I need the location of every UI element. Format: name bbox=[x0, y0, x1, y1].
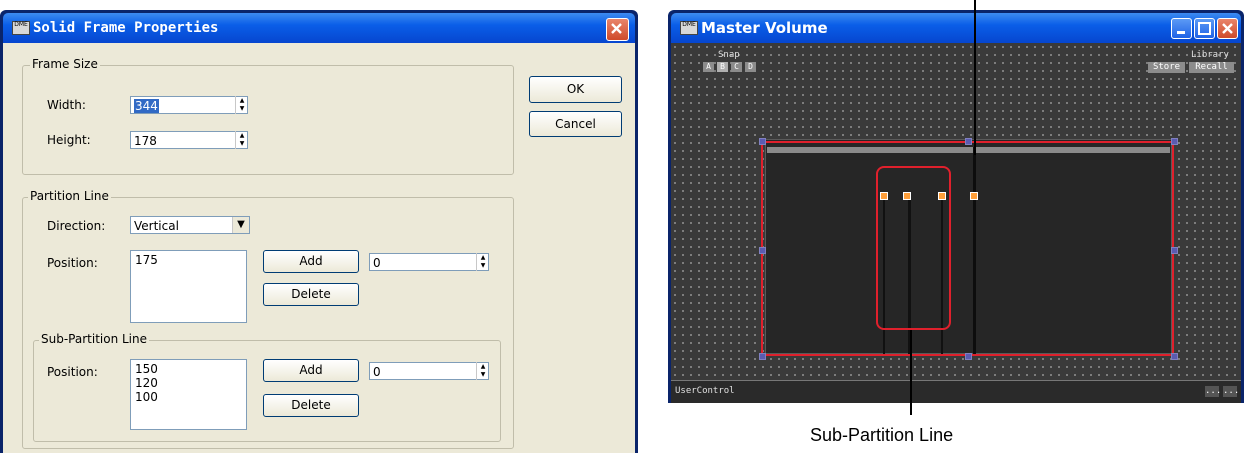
direction-select[interactable]: Vertical ▼ bbox=[130, 216, 250, 234]
partition-delete-button[interactable]: Delete bbox=[263, 283, 359, 306]
partition-handle[interactable] bbox=[970, 192, 978, 200]
sub-partition-spin-value: 0 bbox=[373, 365, 381, 379]
partition-handle[interactable] bbox=[880, 192, 888, 200]
minimize-icon bbox=[1177, 31, 1185, 34]
spin-up-icon[interactable]: ▲ bbox=[237, 132, 247, 140]
solid-frame-properties-dialog: DME Solid Frame Properties Frame Size Wi… bbox=[0, 10, 638, 453]
spin-up-icon[interactable]: ▲ bbox=[478, 363, 488, 371]
sub-partition-line-group bbox=[33, 340, 501, 442]
dialog-body: Frame Size Width: 344 ▲ ▼ Height: 178 ▲ … bbox=[3, 43, 635, 453]
master-volume-window: DME Master Volume Snap A B C D Library S… bbox=[668, 10, 1244, 403]
dme-app-icon: DME bbox=[680, 21, 698, 35]
list-item[interactable]: 120 bbox=[135, 376, 242, 390]
height-field[interactable]: 178 ▲ ▼ bbox=[130, 131, 248, 149]
library-label: Library bbox=[1191, 50, 1229, 60]
ok-button[interactable]: OK bbox=[529, 76, 622, 103]
resize-handle[interactable] bbox=[759, 353, 766, 360]
snap-d-button[interactable]: D bbox=[745, 62, 756, 72]
sub-partition-callout-line bbox=[910, 330, 912, 415]
maximize-button[interactable] bbox=[1194, 18, 1215, 39]
partition-position-label: Position: bbox=[47, 256, 98, 270]
partition-line-legend: Partition Line bbox=[28, 189, 111, 203]
list-item[interactable]: 175 bbox=[135, 253, 242, 267]
chevron-down-icon[interactable]: ▼ bbox=[232, 217, 249, 233]
resize-handle[interactable] bbox=[759, 247, 766, 254]
sub-partition-delete-button[interactable]: Delete bbox=[263, 394, 359, 417]
sub-partition-highlight bbox=[876, 166, 951, 330]
dialog-title-bar[interactable]: DME Solid Frame Properties bbox=[3, 13, 635, 43]
partition-add-button[interactable]: Add bbox=[263, 250, 359, 273]
list-item[interactable]: 100 bbox=[135, 390, 242, 404]
snap-b-button[interactable]: B bbox=[717, 62, 728, 72]
direction-value: Vertical bbox=[134, 219, 179, 233]
spin-down-icon[interactable]: ▼ bbox=[237, 105, 247, 113]
minimize-button[interactable] bbox=[1171, 18, 1192, 39]
status-bar: UserControl ... ... bbox=[671, 380, 1241, 403]
resize-handle[interactable] bbox=[1171, 353, 1178, 360]
master-volume-title: Master Volume bbox=[701, 19, 828, 37]
height-spinner[interactable]: ▲ ▼ bbox=[235, 131, 247, 149]
partition-spin-field[interactable]: 0 ▲ ▼ bbox=[369, 253, 489, 271]
maximize-icon bbox=[1198, 22, 1211, 35]
resize-handle[interactable] bbox=[965, 138, 972, 145]
snap-label: Snap bbox=[718, 50, 740, 60]
resize-handle[interactable] bbox=[1171, 247, 1178, 254]
width-value: 344 bbox=[134, 99, 159, 113]
spin-up-icon[interactable]: ▲ bbox=[478, 254, 488, 262]
resize-handle[interactable] bbox=[759, 138, 766, 145]
partition-handle[interactable] bbox=[903, 192, 911, 200]
height-label: Height: bbox=[47, 133, 91, 147]
partition-position-list[interactable]: 175 bbox=[130, 250, 247, 323]
sub-partition-position-label: Position: bbox=[47, 365, 98, 379]
sub-partition-add-button[interactable]: Add bbox=[263, 359, 359, 382]
width-field[interactable]: 344 ▲ ▼ bbox=[130, 96, 248, 114]
close-button[interactable] bbox=[1217, 18, 1238, 39]
list-item[interactable]: 150 bbox=[135, 362, 242, 376]
resize-handle[interactable] bbox=[965, 353, 972, 360]
frame-size-legend: Frame Size bbox=[30, 57, 100, 71]
sub-partition-spinner[interactable]: ▲ ▼ bbox=[476, 362, 488, 380]
partition-callout-line bbox=[974, 0, 976, 155]
spin-up-icon[interactable]: ▲ bbox=[237, 97, 247, 105]
sub-partition-position-list[interactable]: 150 120 100 bbox=[130, 359, 247, 430]
sub-partition-line-legend: Sub-Partition Line bbox=[39, 332, 150, 346]
partition-handle[interactable] bbox=[938, 192, 946, 200]
direction-label: Direction: bbox=[47, 219, 106, 233]
resize-handle[interactable] bbox=[1171, 138, 1178, 145]
sub-partition-spin-field[interactable]: 0 ▲ ▼ bbox=[369, 362, 489, 380]
dialog-title: Solid Frame Properties bbox=[33, 20, 219, 36]
height-value: 178 bbox=[134, 134, 157, 148]
close-icon bbox=[1222, 23, 1233, 34]
cancel-button[interactable]: Cancel bbox=[529, 111, 622, 137]
close-icon bbox=[611, 23, 622, 34]
spin-down-icon[interactable]: ▼ bbox=[237, 140, 247, 148]
partition-spin-value: 0 bbox=[373, 256, 381, 270]
store-button[interactable]: Store bbox=[1148, 62, 1185, 73]
frame-size-group bbox=[22, 65, 514, 175]
snap-c-button[interactable]: C bbox=[731, 62, 742, 72]
width-label: Width: bbox=[47, 98, 86, 112]
dme-app-icon: DME bbox=[12, 21, 30, 35]
snap-a-button[interactable]: A bbox=[703, 62, 714, 72]
sub-partition-callout-label: Sub-Partition Line bbox=[810, 425, 954, 445]
spin-down-icon[interactable]: ▼ bbox=[478, 262, 488, 270]
editor-canvas[interactable]: Snap A B C D Library Store Recall UserCo… bbox=[671, 43, 1241, 403]
status-text: UserControl bbox=[675, 386, 735, 396]
selection-outline bbox=[761, 141, 1174, 356]
partition-spinner[interactable]: ▲ ▼ bbox=[476, 253, 488, 271]
spin-down-icon[interactable]: ▼ bbox=[478, 371, 488, 379]
width-spinner[interactable]: ▲ ▼ bbox=[235, 96, 247, 114]
status-button[interactable]: ... bbox=[1205, 386, 1221, 397]
close-button[interactable] bbox=[606, 18, 629, 41]
recall-button[interactable]: Recall bbox=[1189, 62, 1234, 73]
master-volume-title-bar[interactable]: DME Master Volume bbox=[671, 13, 1241, 43]
status-button[interactable]: ... bbox=[1223, 386, 1239, 397]
